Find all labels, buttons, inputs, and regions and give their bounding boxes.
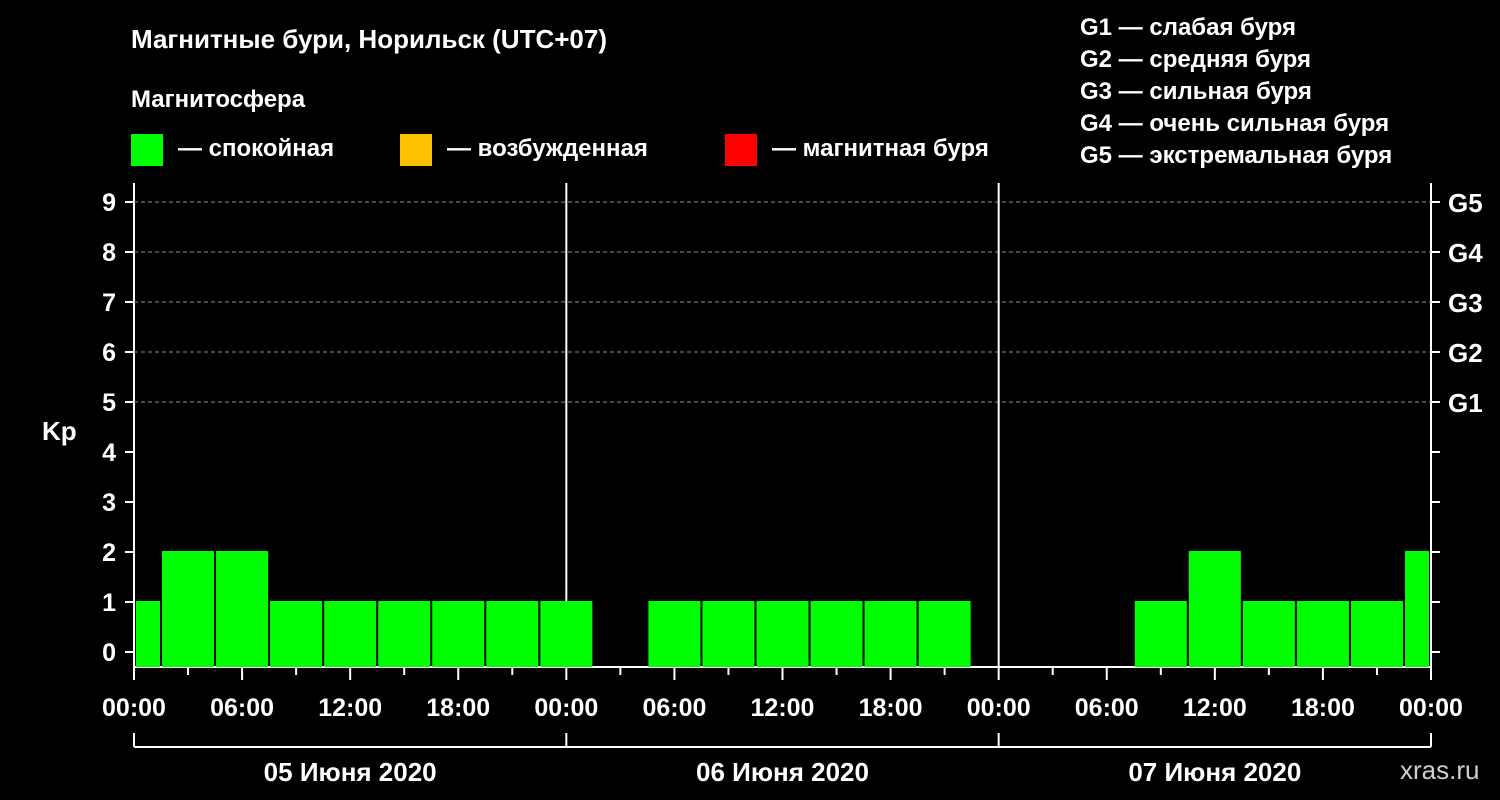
kp-bar — [486, 601, 539, 667]
day-label: 07 Июня 2020 — [1128, 757, 1301, 787]
x-tick-label: 00:00 — [967, 694, 1031, 722]
y-tick-label: 5 — [102, 389, 116, 417]
kp-bar — [1188, 551, 1241, 667]
kp-bar — [216, 551, 269, 667]
storm-scale-label: G5 — [1448, 188, 1483, 218]
storm-scale-label: G2 — [1448, 338, 1483, 368]
x-tick-label: 06:00 — [642, 694, 706, 722]
y-tick-label: 1 — [102, 589, 116, 617]
kp-bar — [270, 601, 323, 667]
x-tick-label: 06:00 — [1075, 694, 1139, 722]
x-tick-label: 12:00 — [751, 694, 815, 722]
y-axis-title: Kp — [42, 416, 77, 446]
kp-bar — [324, 601, 377, 667]
y-tick-label: 7 — [102, 289, 116, 317]
x-tick-label: 06:00 — [210, 694, 274, 722]
kp-bar — [1242, 601, 1295, 667]
y-tick-label: 0 — [102, 639, 116, 667]
kp-chart: 0 1 2 3 4 5 6 7 8 9 G1 G2 G3 G4 G5 Kp 00:00 06:00 12:00 18:… — [42, 183, 1483, 787]
x-tick-label: 12:00 — [318, 694, 382, 722]
kp-bar — [378, 601, 431, 667]
x-tick-label: 00:00 — [1399, 694, 1463, 722]
kp-bar — [918, 601, 971, 667]
kp-bar — [1134, 601, 1187, 667]
kp-bar — [864, 601, 917, 667]
kp-bar — [1350, 601, 1403, 667]
kp-bar — [648, 601, 701, 667]
storm-scale-label: G1 — [1448, 388, 1483, 418]
y-tick-label: 9 — [102, 189, 116, 217]
y-tick-label: 2 — [102, 539, 116, 567]
kp-bar — [162, 551, 215, 667]
kp-bar — [702, 601, 755, 667]
x-tick-label: 12:00 — [1183, 694, 1247, 722]
x-tick-label: 18:00 — [1291, 694, 1355, 722]
kp-bar — [1404, 551, 1429, 667]
x-tick-label: 18:00 — [859, 694, 923, 722]
day-label: 06 Июня 2020 — [696, 757, 869, 787]
kp-bar — [136, 601, 161, 667]
storm-scale-label: G3 — [1448, 288, 1483, 318]
kp-bar — [1296, 601, 1349, 667]
day-label: 05 Июня 2020 — [264, 757, 437, 787]
y-tick-label: 8 — [102, 239, 116, 267]
kp-bar — [810, 601, 863, 667]
x-tick-label: 18:00 — [426, 694, 490, 722]
x-tick-label: 00:00 — [534, 694, 598, 722]
kp-bar — [756, 601, 809, 667]
y-tick-label: 6 — [102, 339, 116, 367]
storm-scale-label: G4 — [1448, 238, 1483, 268]
y-tick-label: 3 — [102, 489, 116, 517]
x-tick-label: 00:00 — [102, 694, 166, 722]
kp-bar — [432, 601, 485, 667]
y-tick-label: 4 — [102, 439, 116, 467]
kp-bar — [540, 601, 593, 667]
